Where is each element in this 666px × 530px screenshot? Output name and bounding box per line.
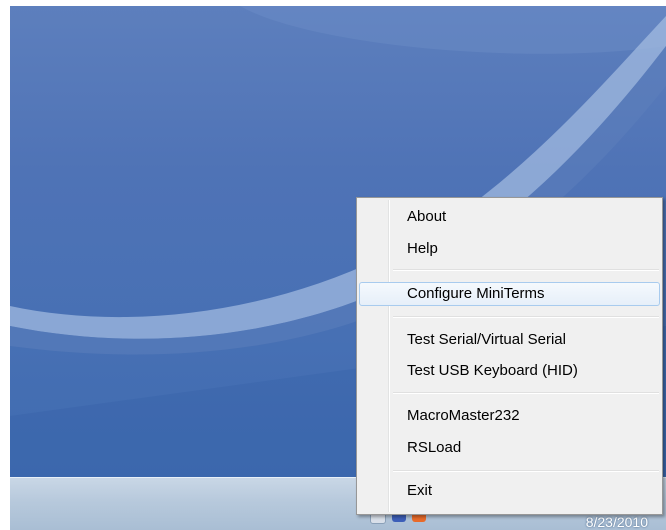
menu-item-help[interactable]: Help <box>359 237 660 261</box>
menu-item-test-usb-keyboard[interactable]: Test USB Keyboard (HID) <box>359 359 660 383</box>
screenshot-frame: 8/23/2010 About Help Configure MiniTerms… <box>0 0 666 530</box>
menu-item-exit[interactable]: Exit <box>359 479 660 503</box>
menu-item-about[interactable]: About <box>359 205 660 229</box>
menu-item-rsload[interactable]: RSLoad <box>359 436 660 460</box>
tray-context-menu: About Help Configure MiniTerms Test Seri… <box>356 197 663 515</box>
menu-separator <box>393 392 659 394</box>
taskbar-date[interactable]: 8/23/2010 <box>586 514 648 530</box>
menu-separator <box>393 269 659 271</box>
menu-separator <box>393 316 659 318</box>
menu-item-configure-miniterms[interactable]: Configure MiniTerms <box>359 282 660 306</box>
menu-item-test-serial[interactable]: Test Serial/Virtual Serial <box>359 328 660 352</box>
menu-separator <box>393 470 659 472</box>
menu-item-macromaster232[interactable]: MacroMaster232 <box>359 404 660 428</box>
